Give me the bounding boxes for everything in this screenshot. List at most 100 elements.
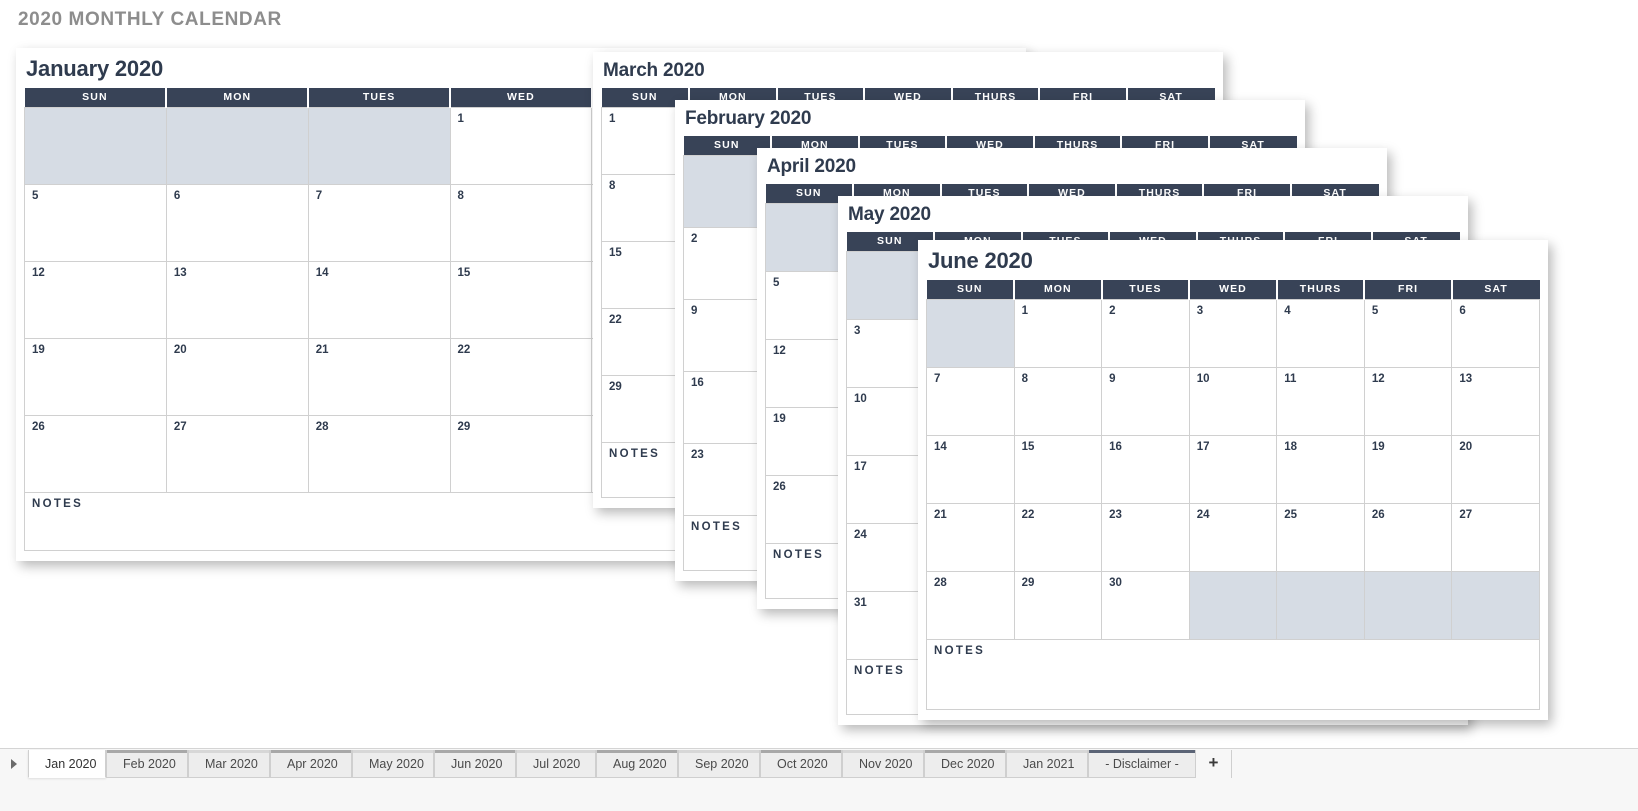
- calendar-day-cell[interactable]: 29: [449, 414, 593, 493]
- sheet-tab-apr-2020[interactable]: Apr 2020: [270, 750, 352, 778]
- weekday-header-mon: MON: [166, 88, 310, 107]
- calendar-day-cell[interactable]: 2: [1101, 298, 1190, 368]
- calendar-day-cell[interactable]: 25: [1276, 502, 1365, 572]
- calendar-day-cell-empty[interactable]: [307, 106, 451, 185]
- calendar-day-cell[interactable]: 26: [1363, 502, 1453, 572]
- sheet-tab-may-2020[interactable]: May 2020: [352, 750, 434, 778]
- calendar-day-cell[interactable]: 7: [307, 183, 451, 262]
- calendar-day-cell[interactable]: 16: [1101, 434, 1190, 504]
- calendar-day-cell[interactable]: 9: [1101, 366, 1190, 436]
- sheet-tab-jun-2020[interactable]: Jun 2020: [434, 750, 516, 778]
- calendar-day-cell-empty[interactable]: [1363, 570, 1453, 640]
- calendar-day-cell[interactable]: 20: [165, 337, 309, 416]
- calendar-week-row: 21 22 23 24 25 26 27: [926, 502, 1540, 572]
- calendar-day-cell[interactable]: 12: [24, 260, 167, 339]
- calendar-day-cell-empty[interactable]: [165, 106, 309, 185]
- calendar-day-cell[interactable]: 6: [1451, 298, 1540, 368]
- calendar-day-cell[interactable]: 26: [24, 414, 167, 493]
- calendar-day-cell[interactable]: 28: [926, 570, 1015, 640]
- sheet-tab-feb-2020[interactable]: Feb 2020: [106, 750, 188, 778]
- calendar-day-cell[interactable]: 22: [1013, 502, 1103, 572]
- tab-bar-filler: [1232, 750, 1638, 778]
- sheet-tab-oct-2020[interactable]: Oct 2020: [760, 750, 842, 778]
- calendar-day-cell-empty[interactable]: [1188, 570, 1278, 640]
- weekday-header-sat: SAT: [1451, 280, 1540, 299]
- calendar-day-cell[interactable]: 22: [449, 337, 593, 416]
- weekday-header-wed: WED: [450, 88, 593, 107]
- sheet-tab-disclaimer[interactable]: - Disclaimer -: [1088, 750, 1196, 778]
- calendar-day-cell[interactable]: 20: [1451, 434, 1540, 504]
- sheet-tab-nov-2020[interactable]: Nov 2020: [842, 750, 924, 778]
- calendar-day-cell[interactable]: 6: [165, 183, 309, 262]
- calendar-title-february: February 2020: [685, 108, 812, 129]
- calendar-day-cell[interactable]: 14: [307, 260, 451, 339]
- sheet-tabs: Jan 2020 Feb 2020 Mar 2020 Apr 2020 May 2020…: [28, 749, 1196, 778]
- calendar-card-june: June 2020 SUN MON TUES WED THURS FRI SAT 1 2 3 4 5 6 7…: [918, 240, 1548, 720]
- weekday-header-fri: FRI: [1364, 280, 1453, 299]
- calendar-day-cell[interactable]: 1: [1013, 298, 1103, 368]
- sheet-tab-jan-2021[interactable]: Jan 2021: [1006, 750, 1088, 778]
- calendar-day-cell[interactable]: 15: [1013, 434, 1103, 504]
- calendar-day-cell[interactable]: 28: [307, 414, 451, 493]
- sheet-tab-jul-2020[interactable]: Jul 2020: [516, 750, 596, 778]
- weekday-header-sun: SUN: [926, 280, 1016, 299]
- calendar-day-cell-empty[interactable]: [1276, 570, 1365, 640]
- weekday-header-tues: TUES: [1101, 280, 1191, 299]
- calendar-day-cell[interactable]: 8: [1013, 366, 1103, 436]
- calendar-title-may: May 2020: [848, 204, 931, 225]
- weekday-header-wed: WED: [1189, 280, 1278, 299]
- calendar-day-cell[interactable]: 13: [165, 260, 309, 339]
- calendar-day-cell[interactable]: 4: [1276, 298, 1365, 368]
- calendar-day-cell[interactable]: 19: [1363, 434, 1453, 504]
- notes-cell-june[interactable]: NOTES: [926, 638, 1540, 710]
- calendar-day-cell[interactable]: 11: [1276, 366, 1365, 436]
- calendar-day-cell[interactable]: 19: [24, 337, 167, 416]
- calendar-day-cell[interactable]: 5: [24, 183, 167, 262]
- calendar-day-cell-empty[interactable]: [24, 106, 167, 185]
- calendar-title-april: April 2020: [767, 156, 856, 177]
- calendar-week-row: 28 29 30: [926, 570, 1540, 640]
- calendar-notes-row: NOTES: [926, 638, 1540, 710]
- calendar-day-cell[interactable]: 27: [165, 414, 309, 493]
- calendar-day-cell[interactable]: 21: [926, 502, 1015, 572]
- weekday-header-row: SUNMONTUESWEDTHURSFRISAT: [926, 280, 1540, 299]
- weekday-header-sun: SUN: [24, 88, 168, 107]
- weekday-header-tues: TUES: [308, 88, 452, 107]
- sheet-tab-aug-2020[interactable]: Aug 2020: [596, 750, 678, 778]
- calendar-day-cell[interactable]: 1: [449, 106, 593, 185]
- calendar-day-cell-empty[interactable]: [1451, 570, 1540, 640]
- workbook-title: 2020 MONTHLY CALENDAR: [18, 9, 282, 30]
- horizontal-scrollbar-track[interactable]: [0, 735, 1638, 748]
- weekday-header-thurs: THURS: [1276, 280, 1366, 299]
- sheet-tab-dec-2020[interactable]: Dec 2020: [924, 750, 1006, 778]
- add-sheet-button[interactable]: +: [1196, 750, 1232, 778]
- calendar-title-june: June 2020: [928, 248, 1033, 273]
- calendar-day-cell[interactable]: 5: [1363, 298, 1453, 368]
- calendar-day-cell[interactable]: 7: [926, 366, 1015, 436]
- calendar-day-cell[interactable]: 14: [926, 434, 1015, 504]
- calendar-day-cell[interactable]: 3: [1188, 298, 1278, 368]
- weekday-header-mon: MON: [1014, 280, 1103, 299]
- sheet-tab-jan-2020[interactable]: Jan 2020: [28, 750, 106, 778]
- calendar-title-march: March 2020: [603, 60, 705, 81]
- calendar-day-cell-empty[interactable]: [926, 298, 1015, 368]
- sheet-tab-sep-2020[interactable]: Sep 2020: [678, 750, 760, 778]
- calendar-day-cell[interactable]: 29: [1013, 570, 1103, 640]
- calendar-day-cell[interactable]: 17: [1188, 434, 1278, 504]
- calendar-week-row: 7 8 9 10 11 12 13: [926, 366, 1540, 436]
- calendar-day-cell[interactable]: 21: [307, 337, 451, 416]
- calendar-day-cell[interactable]: 13: [1451, 366, 1540, 436]
- calendar-day-cell[interactable]: 15: [449, 260, 593, 339]
- sheet-nav-next-icon[interactable]: [0, 750, 28, 778]
- calendar-day-cell[interactable]: 10: [1188, 366, 1278, 436]
- calendar-week-row: 123456: [926, 298, 1540, 368]
- calendar-day-cell[interactable]: 8: [449, 183, 593, 262]
- calendar-week-row: 14 15 16 17 18 19 20: [926, 434, 1540, 504]
- calendar-day-cell[interactable]: 23: [1101, 502, 1190, 572]
- sheet-tab-mar-2020[interactable]: Mar 2020: [188, 750, 270, 778]
- calendar-day-cell[interactable]: 24: [1188, 502, 1278, 572]
- calendar-day-cell[interactable]: 27: [1451, 502, 1540, 572]
- calendar-day-cell[interactable]: 30: [1101, 570, 1190, 640]
- calendar-day-cell[interactable]: 12: [1363, 366, 1453, 436]
- calendar-day-cell[interactable]: 18: [1276, 434, 1365, 504]
